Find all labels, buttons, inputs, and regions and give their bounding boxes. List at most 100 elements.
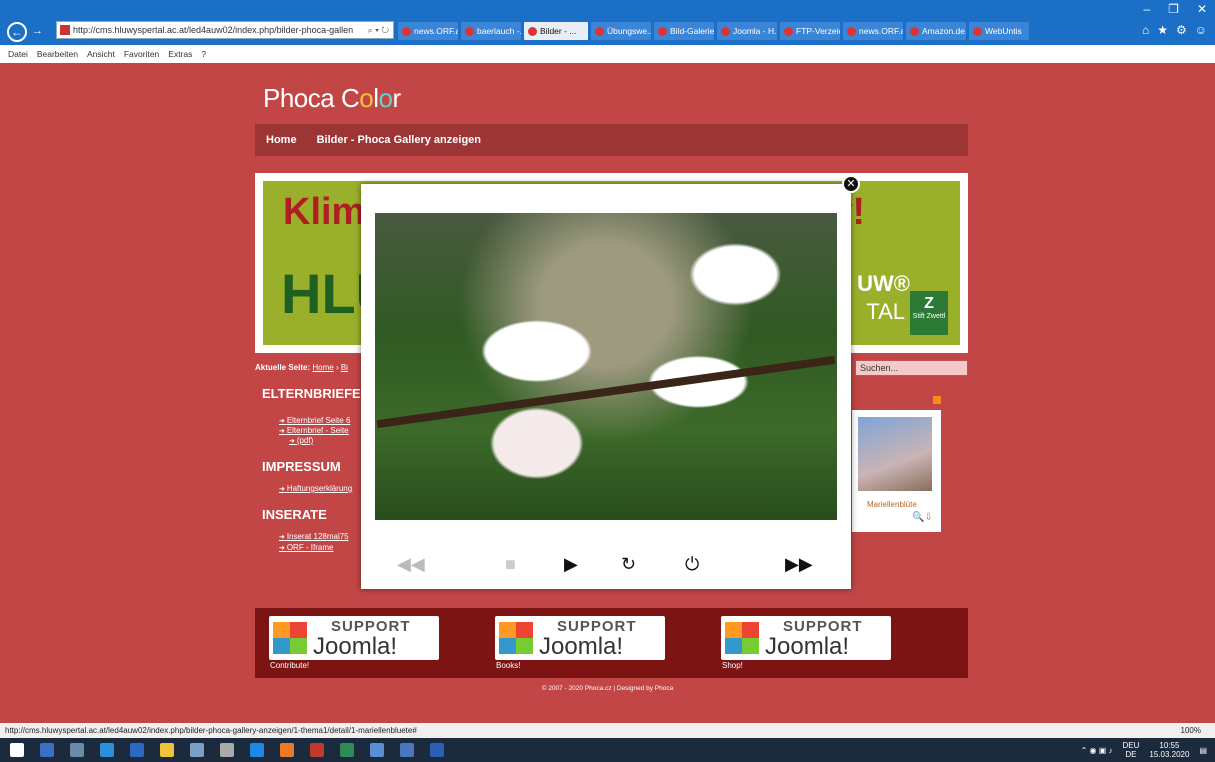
support-joomla-books[interactable]: SUPPORT Joomla!	[495, 616, 665, 660]
footer: © 2007 - 2020 Phoca.cz | Designed by Pho…	[541, 685, 674, 692]
app-blue-icon[interactable]	[370, 743, 384, 757]
word-icon[interactable]	[430, 743, 444, 757]
breadcrumb-current[interactable]: Bi	[341, 363, 348, 372]
joomla-logo-icon	[273, 622, 307, 654]
browser-tab[interactable]: Bilder - ...	[524, 22, 588, 40]
tab-favicon-icon	[847, 26, 856, 36]
nav-gallery[interactable]: Bilder - Phoca Gallery anzeigen	[317, 134, 481, 146]
support-label[interactable]: Contribute!	[270, 661, 309, 670]
tab-favicon-icon	[465, 26, 474, 36]
outlook-icon[interactable]	[130, 743, 144, 757]
zoom-level[interactable]: 100%	[1181, 723, 1201, 738]
tab-favicon-icon	[721, 26, 730, 36]
browser-tab[interactable]: news.ORF.at	[398, 22, 458, 40]
section-inserate: INSERATE	[262, 507, 327, 522]
address-bar[interactable]: http://cms.hluwyspertal.ac.at/led4auw02/…	[56, 21, 394, 39]
browser-tab[interactable]: FTP-Verzeic...	[780, 22, 840, 40]
rss-icon[interactable]	[933, 396, 941, 404]
browser-tab[interactable]: Amazon.de...	[906, 22, 966, 40]
tab-favicon-icon	[528, 26, 537, 36]
banner-klim-text: Klim	[283, 191, 366, 233]
settings-icon[interactable]	[220, 743, 234, 757]
section-impressum: IMPRESSUM	[262, 459, 341, 474]
main-navigation: Home Bilder - Phoca Gallery anzeigen	[255, 124, 968, 156]
menu-item[interactable]: Favoriten	[124, 49, 159, 59]
browser-tab[interactable]: Bild-Galerie...	[654, 22, 714, 40]
edge-icon[interactable]	[100, 743, 114, 757]
slideshow-lightbox: ✕ ◀◀ ■ ▶ ↻ ⏻ ▶▶	[361, 175, 860, 589]
back-button[interactable]: ←	[7, 22, 27, 42]
browser-tab[interactable]: Joomla - H...	[717, 22, 777, 40]
support-joomla-contribute[interactable]: SUPPORT Joomla!	[269, 616, 439, 660]
status-bar: http://cms.hluwyspertal.ac.at/led4auw02/…	[0, 723, 1215, 738]
breadcrumb-home[interactable]: Home	[312, 363, 333, 372]
link-orf-iframe[interactable]: ORF - Iframe	[279, 543, 334, 554]
link-haftung[interactable]: Haftungserklärung	[279, 484, 352, 495]
close-window-icon[interactable]: ✕	[1197, 2, 1207, 16]
notification-icon[interactable]: ▤	[1199, 746, 1207, 755]
tab-favicon-icon	[973, 26, 982, 36]
menu-item[interactable]: Datei	[8, 49, 28, 59]
firefox-icon[interactable]	[280, 743, 294, 757]
home-icon[interactable]: ⌂	[1142, 23, 1149, 37]
close-icon[interactable]: ✕	[842, 175, 860, 193]
menu-item[interactable]: Bearbeiten	[37, 49, 78, 59]
menu-item[interactable]: Ansicht	[87, 49, 115, 59]
thumbnail-image[interactable]	[858, 417, 932, 491]
support-label[interactable]: Shop!	[722, 661, 743, 670]
tab-favicon-icon	[784, 26, 793, 36]
thumbnail-label[interactable]: Mariellenblüte	[867, 500, 917, 509]
ie-icon[interactable]	[250, 743, 264, 757]
stift-zwettl-logo: Z Stift Zwettl	[910, 291, 948, 335]
reload-icon[interactable]: ↻	[621, 554, 636, 575]
play-icon[interactable]: ▶	[564, 554, 578, 575]
settings-gear-icon[interactable]: ⚙	[1176, 23, 1187, 37]
language-indicator[interactable]: DEU DE	[1123, 741, 1140, 759]
joomla-logo-icon	[499, 622, 533, 654]
tray-icons[interactable]: ⌃ ◉ ▣ ♪	[1081, 746, 1113, 755]
app-red-icon[interactable]	[310, 743, 324, 757]
status-url: http://cms.hluwyspertal.ac.at/led4auw02/…	[5, 726, 417, 735]
site-title[interactable]: Phoca Color	[263, 83, 401, 114]
magnify-download-icon[interactable]: 🔍⇩	[912, 512, 933, 523]
minimize-icon[interactable]: –	[1143, 2, 1150, 16]
nav-home[interactable]: Home	[266, 134, 297, 146]
menu-item[interactable]: ?	[201, 49, 206, 59]
favorites-star-icon[interactable]: ★	[1157, 23, 1168, 37]
search-icon[interactable]	[40, 743, 54, 757]
restore-icon[interactable]: ❐	[1168, 2, 1179, 16]
app-icon[interactable]	[190, 743, 204, 757]
power-icon[interactable]: ⏻	[685, 554, 699, 575]
link-inserat[interactable]: Inserat 128mal75	[279, 532, 349, 543]
banner-uw-text: UW®	[857, 271, 910, 296]
support-label[interactable]: Books!	[496, 661, 520, 670]
task-view-icon[interactable]	[70, 743, 84, 757]
browser-tab[interactable]: baerlauch -...	[461, 22, 521, 40]
breadcrumb: Aktuelle Seite: Home › Bi	[255, 363, 348, 372]
forward-button[interactable]: →	[32, 25, 43, 37]
next-icon[interactable]: ▶▶	[785, 554, 813, 575]
support-joomla-strip: SUPPORT Joomla! Contribute! SUPPORT Joomla…	[255, 608, 968, 678]
menu-item[interactable]: Extras	[168, 49, 192, 59]
tab-strip: news.ORF.atbaerlauch -...Bilder - ...Übu…	[398, 22, 1029, 40]
previous-icon[interactable]: ◀◀	[397, 554, 425, 575]
explorer-icon[interactable]	[160, 743, 174, 757]
joomla-logo-icon	[725, 622, 759, 654]
link-pdf[interactable]: (pdf)	[289, 436, 313, 447]
app-drive-icon[interactable]	[400, 743, 414, 757]
browser-tab[interactable]: news.ORF.at	[843, 22, 903, 40]
tab-favicon-icon	[595, 26, 604, 36]
support-joomla-shop[interactable]: SUPPORT Joomla!	[721, 616, 891, 660]
gallery-thumbnail[interactable]: Mariellenblüte 🔍⇩	[852, 410, 941, 532]
stop-icon[interactable]: ■	[505, 554, 516, 575]
search-input[interactable]: Suchen...	[855, 360, 968, 376]
banner-tal-text: TAL	[866, 299, 905, 324]
browser-tab[interactable]: WebUntis	[969, 22, 1029, 40]
search-refresh-icons[interactable]: ⌕ ▾ ↻	[368, 25, 393, 36]
smiley-icon[interactable]: ☺	[1195, 23, 1207, 37]
clock[interactable]: 10:55 15.03.2020	[1149, 741, 1189, 759]
browser-tab[interactable]: Übungswe...	[591, 22, 651, 40]
browser-titlebar: – ❐ ✕ ← → http://cms.hluwyspertal.ac.at/…	[0, 0, 1215, 45]
start-icon[interactable]	[10, 743, 24, 757]
app-green-icon[interactable]	[340, 743, 354, 757]
